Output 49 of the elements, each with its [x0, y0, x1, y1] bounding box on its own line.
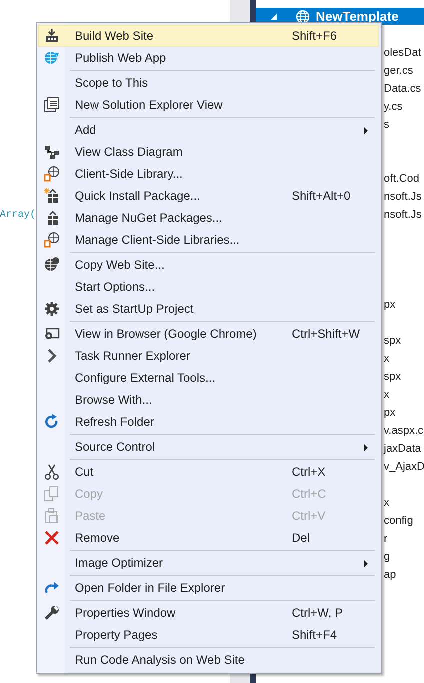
globe-icon	[44, 257, 60, 273]
menu-item[interactable]: View Class Diagram	[38, 141, 379, 163]
menu-item[interactable]: Cut Ctrl+X	[38, 461, 379, 483]
submenu-arrow-icon	[363, 127, 369, 135]
menu-item[interactable]: Manage Client-Side Libraries...	[38, 229, 379, 251]
code-text: Array(	[0, 210, 36, 221]
menu-item[interactable]: Quick Install Package... Shift+Alt+0	[38, 185, 379, 207]
menu-item[interactable]: Source Control	[38, 436, 379, 458]
redo-arrow-icon	[44, 580, 60, 596]
menu-item[interactable]: Remove Del	[38, 527, 379, 549]
globe-box-icon	[44, 166, 60, 182]
menu-item[interactable]: New Solution Explorer View	[38, 94, 379, 116]
menu-item[interactable]: Build Web Site Shift+F6	[38, 25, 379, 47]
refresh-icon	[44, 414, 60, 430]
menu-item[interactable]: Task Runner Explorer	[38, 345, 379, 367]
paste-icon	[44, 508, 60, 524]
menu-item[interactable]: View in Browser (Google Chrome) Ctrl+Shift+W	[38, 323, 379, 345]
close-icon	[44, 530, 60, 546]
window-list-icon	[44, 97, 60, 113]
globe-icon	[44, 50, 60, 66]
browser-icon	[44, 326, 60, 342]
menu-item[interactable]: Browse With...	[38, 389, 379, 411]
menu-item[interactable]: Client-Side Library...	[38, 163, 379, 185]
diagram-icon	[44, 144, 60, 160]
menu-item[interactable]: Open Folder in File Explorer	[38, 577, 379, 599]
menu-item[interactable]: Configure External Tools...	[38, 367, 379, 389]
wrench-icon	[44, 605, 60, 621]
menu-item[interactable]: Scope to This	[38, 72, 379, 94]
menu-item[interactable]: Add	[38, 119, 379, 141]
settings-icon	[44, 301, 60, 317]
submenu-arrow-icon	[363, 444, 369, 452]
menu-item[interactable]: Refresh Folder	[38, 411, 379, 433]
globe-box-icon	[44, 232, 60, 248]
menu-item[interactable]: Property Pages Shift+F4	[38, 624, 379, 646]
copy-icon	[44, 486, 60, 502]
gift-box-icon	[44, 188, 60, 204]
menu-item[interactable]: Copy Web Site...	[38, 254, 379, 276]
expand-arrow-icon[interactable]	[270, 12, 278, 20]
menu-item[interactable]: Properties Window Ctrl+W, P	[38, 602, 379, 624]
scissors-icon	[44, 464, 60, 480]
menu-item[interactable]: Run Code Analysis on Web Site	[38, 649, 379, 671]
menu-item[interactable]: Manage NuGet Packages...	[38, 207, 379, 229]
menu-item[interactable]: Image Optimizer	[38, 552, 379, 574]
menu-item[interactable]: Set as StartUp Project	[38, 298, 379, 320]
submenu-arrow-icon	[363, 560, 369, 568]
menu-item[interactable]: Start Options...	[38, 276, 379, 298]
globe-icon	[296, 10, 310, 24]
download-box-icon	[44, 28, 60, 44]
menu-item[interactable]: Publish Web App	[38, 47, 379, 69]
